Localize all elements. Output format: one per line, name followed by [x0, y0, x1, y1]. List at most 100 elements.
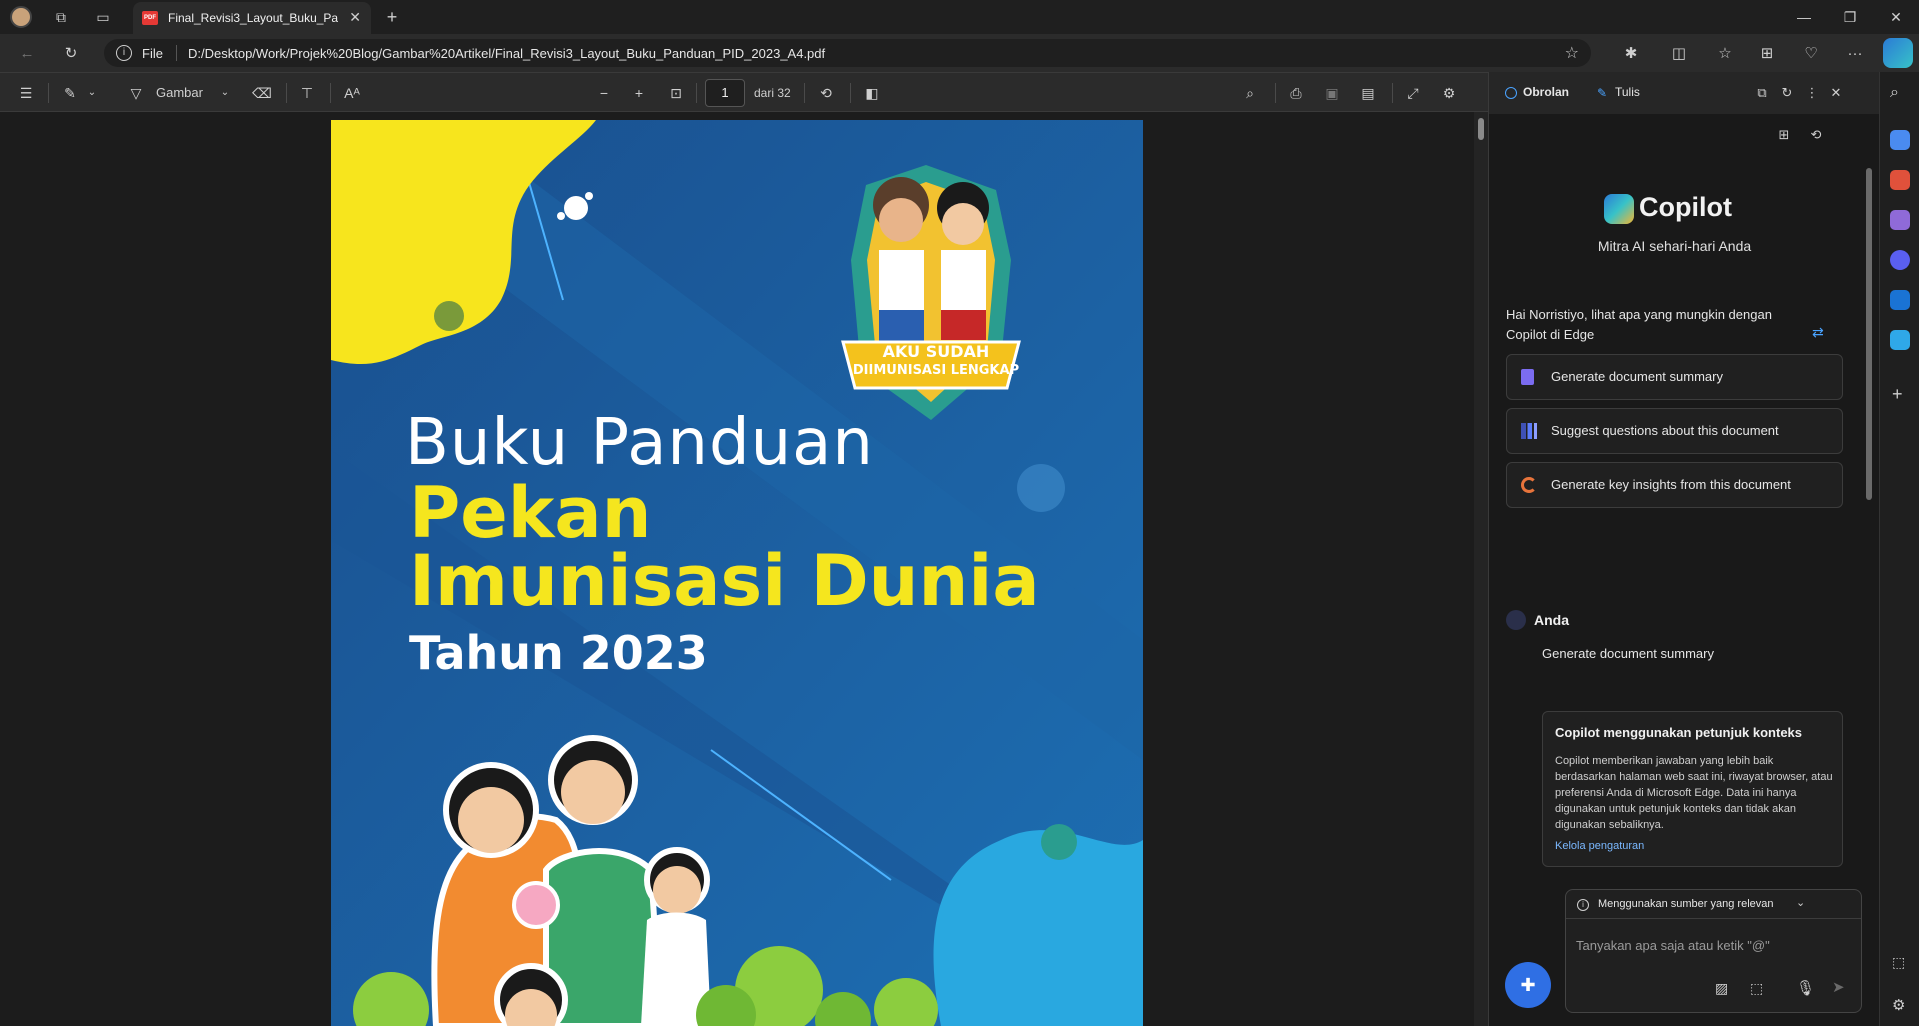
input-divider — [1566, 918, 1861, 919]
viewer-scrollbar[interactable] — [1474, 112, 1488, 1026]
scrollbar-thumb[interactable] — [1478, 118, 1484, 140]
document-icon — [1521, 369, 1534, 385]
zoom-out-icon[interactable]: − — [594, 83, 614, 103]
workspaces-icon[interactable]: ⧉ — [52, 8, 70, 26]
highlight-icon[interactable]: ✎ — [60, 83, 80, 103]
sidebar-copilot-icon[interactable] — [1890, 250, 1910, 270]
favorite-star-icon[interactable]: ☆ — [1565, 43, 1579, 63]
copilot-body: ⊞ ⟲ Copilot Mitra AI sehari-hari Anda Ha… — [1489, 114, 1880, 1026]
suggestion-label: Generate document summary — [1551, 369, 1723, 384]
save-as-icon[interactable]: ▤ — [1358, 83, 1378, 103]
copilot-toolbar-icon[interactable] — [1883, 38, 1913, 68]
search-icon[interactable]: ⌕ — [1240, 83, 1260, 103]
sidebar-outlook-icon[interactable] — [1890, 290, 1910, 310]
refresh-icon[interactable]: ↻ — [61, 44, 81, 64]
send-icon[interactable]: ➤ — [1832, 978, 1845, 996]
sidebar-shopping-icon[interactable] — [1890, 130, 1910, 150]
notebook-icon[interactable]: ⊞ — [1775, 126, 1793, 144]
toolbar-divider — [330, 83, 331, 103]
microphone-icon[interactable]: 🎙 — [1796, 979, 1815, 997]
tab-write[interactable]: Tulis — [1615, 85, 1640, 99]
sidebar-tools-icon[interactable] — [1890, 170, 1910, 190]
collections-icon[interactable]: ⊞ — [1757, 44, 1777, 64]
sidebar-settings-icon[interactable]: ⚙ — [1892, 996, 1905, 1014]
tab-pdf[interactable]: PDF Final_Revisi3_Layout_Buku_Panduan_PI… — [133, 2, 371, 34]
draw-label[interactable]: Gambar — [156, 83, 203, 103]
copilot-tabs: Obrolan ✎ Tulis ⧉ ↻ ⋮ ✕ — [1489, 72, 1880, 114]
extensions-icon[interactable]: ✱ — [1621, 44, 1641, 64]
split-screen-icon[interactable]: ◫ — [1669, 44, 1689, 64]
source-dropdown-icon[interactable]: ⌄ — [1796, 896, 1805, 909]
toolbar-divider — [696, 83, 697, 103]
suggestion-summary[interactable]: Generate document summary — [1506, 354, 1843, 400]
highlight-dropdown-icon[interactable]: ⌄ — [86, 83, 98, 103]
copilot-logo-icon — [1604, 194, 1634, 224]
read-aloud-icon[interactable]: Aᴬ — [342, 83, 362, 103]
toolbar-divider — [804, 83, 805, 103]
toolbar-divider — [850, 83, 851, 103]
sidebar-games-icon[interactable] — [1890, 210, 1910, 230]
close-window-button[interactable]: ✕ — [1876, 6, 1916, 28]
context-info-card: Copilot menggunakan petunjuk konteks Cop… — [1542, 711, 1843, 867]
sidebar-add-icon[interactable]: + — [1892, 384, 1903, 405]
eraser-icon[interactable]: ⌫ — [252, 83, 272, 103]
site-info-icon[interactable]: i — [116, 45, 132, 61]
chat-input-field[interactable]: Tanyakan apa saja atau ketik "@" — [1576, 938, 1770, 953]
toolbar-divider — [1275, 83, 1276, 103]
minimize-button[interactable]: — — [1784, 6, 1824, 28]
back-icon[interactable]: ← — [17, 44, 37, 64]
open-new-tab-icon[interactable]: ⧉ — [1753, 84, 1771, 102]
suggestion-insights[interactable]: Generate key insights from this document — [1506, 462, 1843, 508]
more-menu-icon[interactable]: ··· — [1845, 44, 1865, 64]
print-icon[interactable]: ⎙ — [1286, 83, 1306, 103]
profile-avatar[interactable] — [10, 6, 32, 28]
settings-gear-icon[interactable]: ⚙ — [1439, 83, 1459, 103]
page-number-input[interactable]: 1 — [705, 79, 745, 107]
cover-title-line3: Imunisasi Dunia — [409, 540, 1040, 622]
address-scheme: File — [142, 46, 163, 61]
rotate-icon[interactable]: ⟲ — [816, 83, 836, 103]
history-icon[interactable]: ⟲ — [1807, 126, 1825, 144]
toolbar-divider — [286, 83, 287, 103]
new-chat-button[interactable]: ✚ — [1505, 962, 1551, 1008]
copilot-panel: Obrolan ✎ Tulis ⧉ ↻ ⋮ ✕ ⊞ ⟲ Copilot Mitr… — [1488, 72, 1880, 1026]
add-text-icon[interactable]: ⊤ — [297, 83, 317, 103]
navigation-bar: ← ↻ i File D:/Desktop/Work/Projek%20Blog… — [0, 34, 1919, 72]
panel-more-icon[interactable]: ⋮ — [1803, 84, 1821, 102]
sidebar-screenshot-icon[interactable]: ⬚ — [1892, 954, 1905, 971]
toolbar-divider — [48, 83, 49, 103]
contents-icon[interactable]: ☰ — [16, 83, 36, 103]
zoom-in-icon[interactable]: + — [629, 83, 649, 103]
manage-settings-link[interactable]: Kelola pengaturan — [1555, 840, 1644, 852]
address-bar[interactable]: i File D:/Desktop/Work/Projek%20Blog/Gam… — [104, 39, 1591, 67]
sidebar-search-icon[interactable]: ⌕ — [1890, 84, 1899, 102]
close-tab-icon[interactable]: ✕ — [349, 9, 361, 26]
favorites-icon[interactable]: ☆ — [1715, 44, 1735, 64]
restore-button[interactable]: ❐ — [1830, 6, 1870, 28]
sidebar-send-icon[interactable] — [1890, 330, 1910, 350]
browser-essentials-icon[interactable]: ♡ — [1801, 44, 1821, 64]
panel-scrollbar[interactable] — [1866, 168, 1872, 500]
refresh-suggestions-icon[interactable]: ⇄ — [1812, 324, 1824, 341]
draw-dropdown-icon[interactable]: ⌄ — [219, 83, 231, 103]
tab-actions-icon[interactable]: ▭ — [94, 8, 112, 26]
panel-refresh-icon[interactable]: ↻ — [1778, 84, 1796, 102]
fullscreen-icon[interactable]: ⤢ — [1403, 83, 1423, 103]
suggestion-questions[interactable]: Suggest questions about this document — [1506, 408, 1843, 454]
greeting-text: Hai Norristiyo, lihat apa yang mungkin d… — [1506, 307, 1772, 342]
new-tab-icon[interactable]: + — [383, 8, 401, 26]
source-selector[interactable]: Menggunakan sumber yang relevan — [1598, 898, 1774, 910]
draw-icon[interactable]: ▽ — [126, 83, 146, 103]
copilot-tagline: Mitra AI sehari-hari Anda — [1597, 238, 1752, 254]
tab-chat[interactable]: Obrolan — [1523, 85, 1569, 99]
save-icon[interactable]: ▣ — [1322, 83, 1342, 103]
screenshot-icon[interactable]: ⬚ — [1750, 980, 1763, 997]
chat-input-box[interactable]: i Menggunakan sumber yang relevan ⌄ Tany… — [1565, 889, 1862, 1013]
address-url[interactable]: D:/Desktop/Work/Projek%20Blog/Gambar%20A… — [188, 46, 825, 61]
fit-page-icon[interactable]: ⊡ — [666, 83, 686, 103]
write-tab-icon: ✎ — [1597, 86, 1608, 100]
page-view-icon[interactable]: ◧ — [862, 83, 882, 103]
context-title: Copilot menggunakan petunjuk konteks — [1555, 725, 1803, 740]
add-image-icon[interactable]: ▨ — [1715, 980, 1728, 997]
panel-close-icon[interactable]: ✕ — [1827, 84, 1845, 102]
